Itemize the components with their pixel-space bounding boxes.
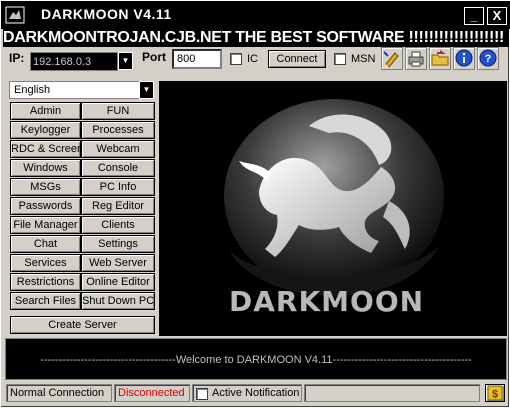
banner-text: DARKMOONTROJAN.CJB.NET THE BEST SOFTWARE… xyxy=(3,29,509,47)
language-dropdown-button[interactable]: ▼ xyxy=(139,81,154,99)
msgs-button[interactable]: MSGs xyxy=(10,178,81,196)
msn-checkbox[interactable] xyxy=(334,53,346,65)
notification-panel: Active Notification xyxy=(192,384,302,402)
dollar-button[interactable]: $ xyxy=(485,384,505,402)
web-server-button[interactable]: Web Server xyxy=(81,254,155,272)
pencil-icon xyxy=(383,51,399,68)
folder-arrow-icon xyxy=(431,50,449,66)
ip-dropdown-button[interactable]: ▼ xyxy=(118,52,133,70)
info-icon xyxy=(455,49,473,67)
status-blank-panel xyxy=(304,384,480,402)
windows-button[interactable]: Windows xyxy=(10,159,81,177)
app-icon xyxy=(5,6,25,24)
language-select[interactable]: English xyxy=(9,81,154,99)
close-button[interactable]: X xyxy=(487,7,507,25)
ic-label: IC xyxy=(247,53,258,65)
svg-text:?: ? xyxy=(485,53,492,65)
print-tool-button[interactable] xyxy=(405,47,427,70)
chevron-down-icon: ▼ xyxy=(121,56,130,65)
keylogger-button[interactable]: Keylogger xyxy=(10,121,81,139)
search-files-button[interactable]: Search Files xyxy=(10,292,81,310)
shut-down-pc-button[interactable]: Shut Down PC xyxy=(81,292,155,310)
welcome-message: -------------------------------------Wel… xyxy=(40,354,472,366)
connect-button[interactable]: Connect xyxy=(268,50,326,68)
webcam-button[interactable]: Webcam xyxy=(81,140,155,158)
connection-state-status: Disconnected xyxy=(114,384,190,402)
logo-text: DARKMOON xyxy=(229,285,425,318)
printer-icon xyxy=(408,51,424,67)
active-notification-checkbox[interactable] xyxy=(196,388,208,400)
port-label: Port xyxy=(142,50,166,64)
msn-label: MSN xyxy=(351,53,376,65)
chevron-down-icon: ▼ xyxy=(142,85,151,94)
menu-button-grid: Admin FUN Keylogger Processes RDC & Scre… xyxy=(10,102,155,342)
create-server-button[interactable]: Create Server xyxy=(10,316,155,334)
reg-editor-button[interactable]: Reg Editor xyxy=(81,197,155,215)
clients-button[interactable]: Clients xyxy=(81,216,155,234)
info-tool-button[interactable] xyxy=(453,47,475,70)
fun-button[interactable]: FUN xyxy=(81,102,155,120)
ip-label: IP: xyxy=(9,51,25,65)
folder-tool-button[interactable] xyxy=(429,47,451,70)
ip-input[interactable]: 192.168.0.3 xyxy=(30,52,118,71)
title-bar[interactable]: DARKMOON V4.11 _ X xyxy=(1,1,510,29)
passwords-button[interactable]: Passwords xyxy=(10,197,81,215)
svg-text:$: $ xyxy=(492,389,498,401)
rdc-screen-button[interactable]: RDC & Screen xyxy=(10,140,81,158)
minimize-button[interactable]: _ xyxy=(464,7,484,25)
restrictions-button[interactable]: Restrictions xyxy=(10,273,81,291)
file-manager-button[interactable]: File Manager xyxy=(10,216,81,234)
help-tool-button[interactable]: ? xyxy=(477,47,499,70)
active-notification-label: Active Notification xyxy=(212,387,300,399)
settings-button[interactable]: Settings xyxy=(81,235,155,253)
admin-button[interactable]: Admin xyxy=(10,102,81,120)
dollar-icon: $ xyxy=(487,385,503,401)
main-window: DARKMOON V4.11 _ X DARKMOONTROJAN.CJB.NE… xyxy=(0,0,510,408)
window-title: DARKMOON V4.11 xyxy=(41,6,172,22)
pc-info-button[interactable]: PC Info xyxy=(81,178,155,196)
help-icon: ? xyxy=(479,49,497,67)
edit-tool-button[interactable] xyxy=(381,47,403,70)
online-editor-button[interactable]: Online Editor xyxy=(81,273,155,291)
processes-button[interactable]: Processes xyxy=(81,121,155,139)
chat-button[interactable]: Chat xyxy=(10,235,81,253)
connection-type-status: Normal Connection xyxy=(6,384,112,402)
ic-checkbox[interactable] xyxy=(230,53,242,65)
console-button[interactable]: Console xyxy=(81,159,155,177)
services-button[interactable]: Services xyxy=(10,254,81,272)
port-input[interactable]: 800 xyxy=(172,49,222,69)
